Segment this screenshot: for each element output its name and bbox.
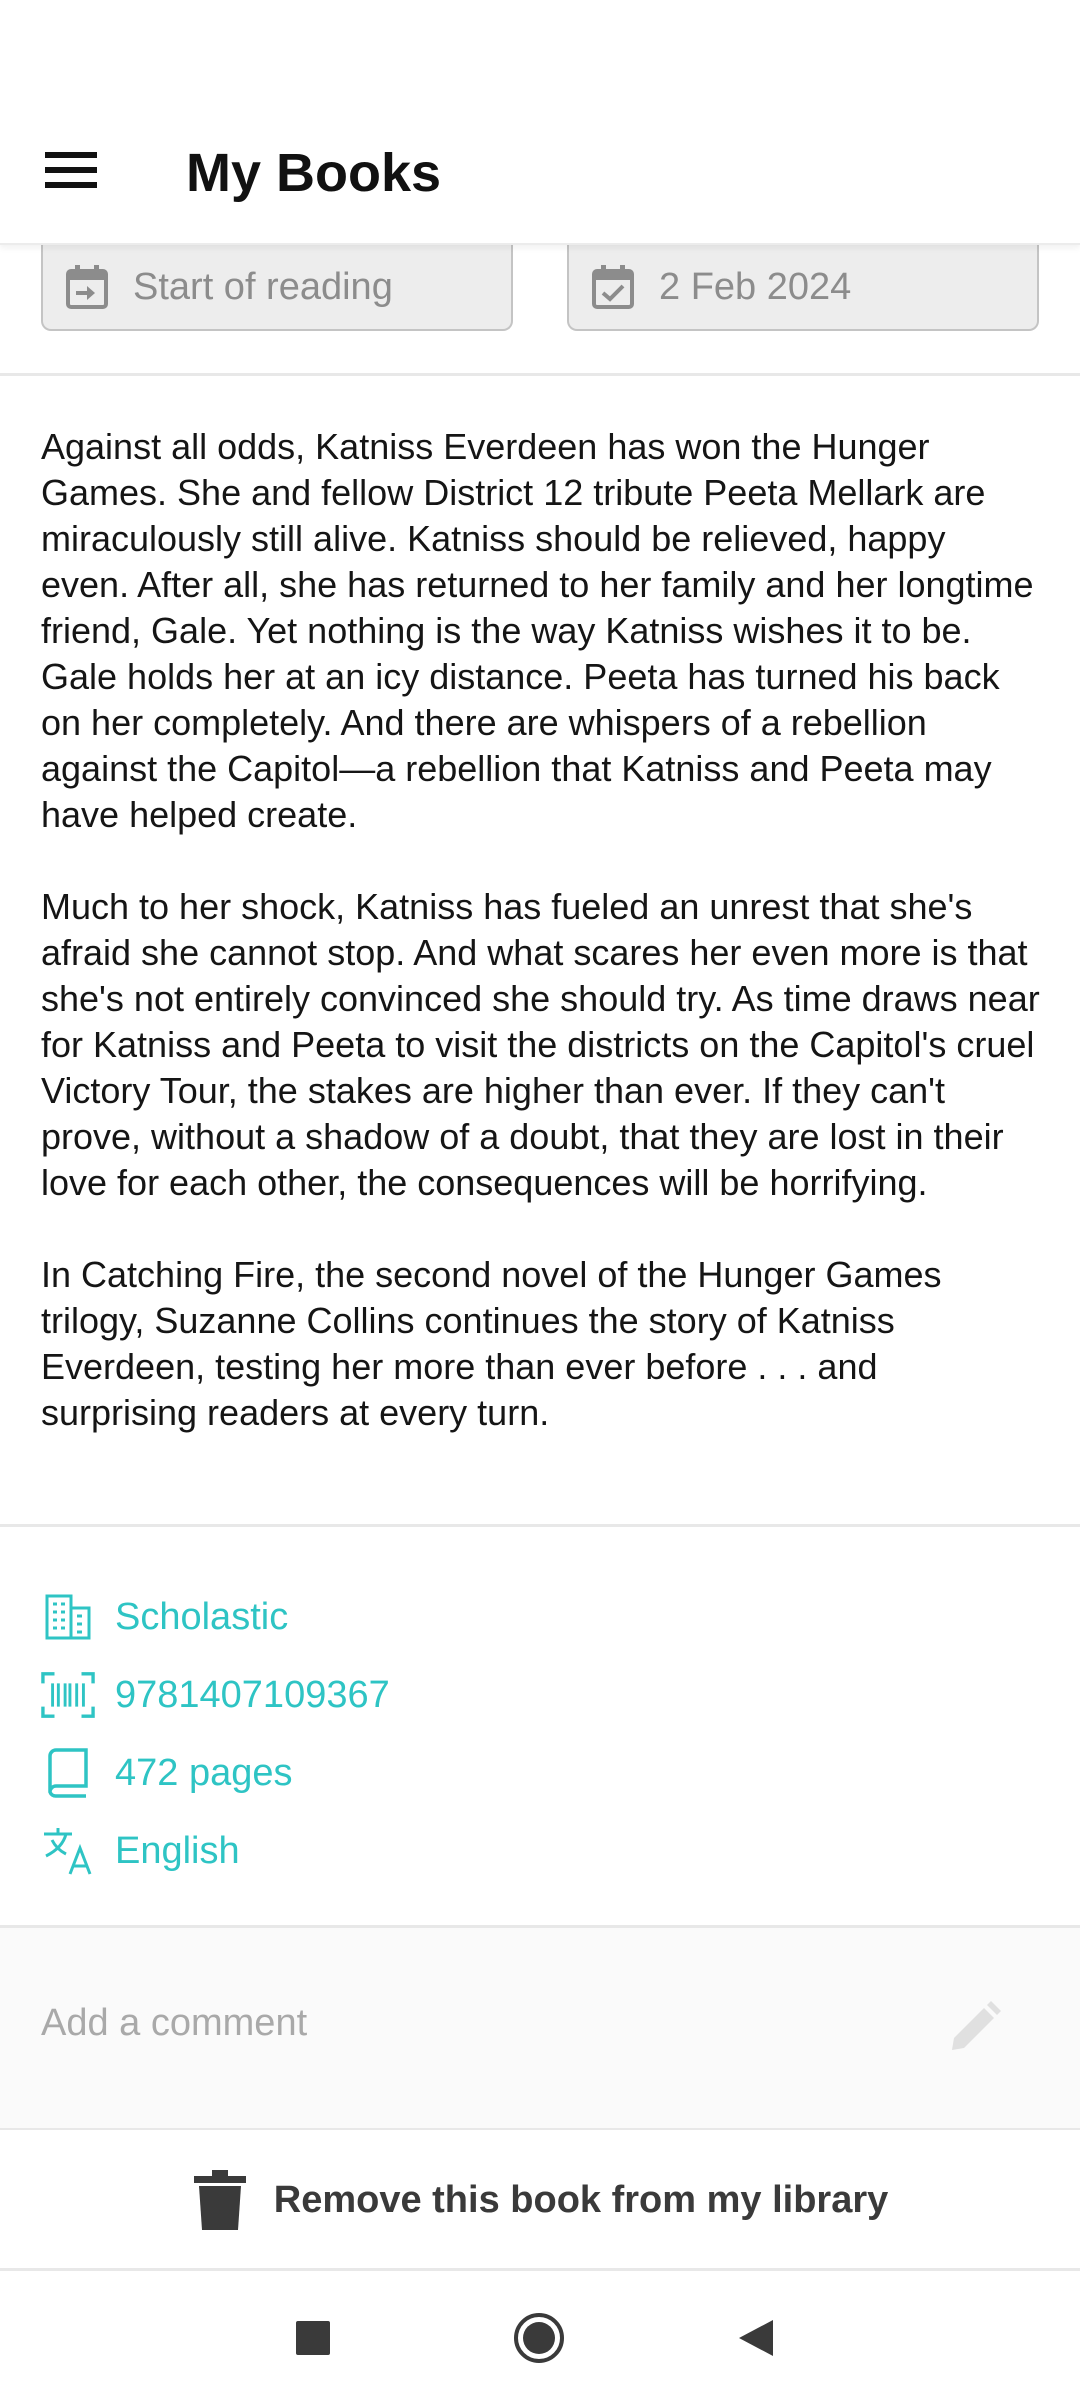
remove-book-label: Remove this book from my library [273,2178,889,2221]
description-paragraph: In Catching Fire, the second novel of th… [41,1254,942,1433]
calendar-check-icon [591,264,637,310]
square-recents-icon [296,2321,330,2355]
description-paragraph: Against all odds, Katniss Everdeen has w… [41,426,1034,835]
translate-icon [41,1824,95,1878]
back-button[interactable] [726,2308,786,2368]
comment-field[interactable]: Add a comment [0,1928,1080,2128]
divider [0,373,1080,376]
recents-button[interactable] [283,2308,343,2368]
building-icon [41,1590,95,1644]
language-value: English [115,1829,240,1872]
divider [0,1524,1080,1527]
pages-row[interactable]: 472 pages [41,1734,1041,1812]
circle-home-icon [514,2313,564,2363]
trash-icon [193,2170,246,2230]
isbn-row[interactable]: 9781407109367 [41,1656,1041,1734]
home-button[interactable] [509,2308,569,2368]
publisher-value: Scholastic [115,1595,289,1638]
reading-dates: Start of reading 2 Feb 2024 [0,245,1080,377]
book-description: Against all odds, Katniss Everdeen has w… [41,424,1041,1436]
book-details: Scholastic 9781407109367 472 pages Engli… [41,1578,1041,1890]
book-detail-screen: My Books Start of reading 2 Feb 2024 Aga… [0,0,1080,2400]
app-bar: My Books [0,0,1080,245]
language-row[interactable]: English [41,1812,1041,1890]
pencil-icon[interactable] [944,1998,1004,2058]
start-date-placeholder: Start of reading [133,265,393,308]
triangle-back-icon [739,2320,773,2356]
pages-value: 472 pages [115,1751,293,1794]
book-icon [41,1746,95,1800]
barcode-icon [41,1668,95,1722]
calendar-start-icon [65,264,111,310]
end-date-field[interactable]: 2 Feb 2024 [567,245,1039,331]
menu-button[interactable] [30,135,112,205]
description-paragraph: Much to her shock, Katniss has fueled an… [41,886,1040,1203]
isbn-value: 9781407109367 [115,1673,390,1716]
start-date-field[interactable]: Start of reading [41,245,513,331]
remove-book-button[interactable]: Remove this book from my library [0,2130,1080,2270]
page-title: My Books [186,143,442,203]
divider [0,2268,1080,2271]
publisher-row[interactable]: Scholastic [41,1578,1041,1656]
hamburger-menu-icon [45,152,97,188]
comment-placeholder: Add a comment [41,2002,308,2044]
system-navigation-bar [0,2272,1080,2400]
end-date-value: 2 Feb 2024 [659,265,852,308]
